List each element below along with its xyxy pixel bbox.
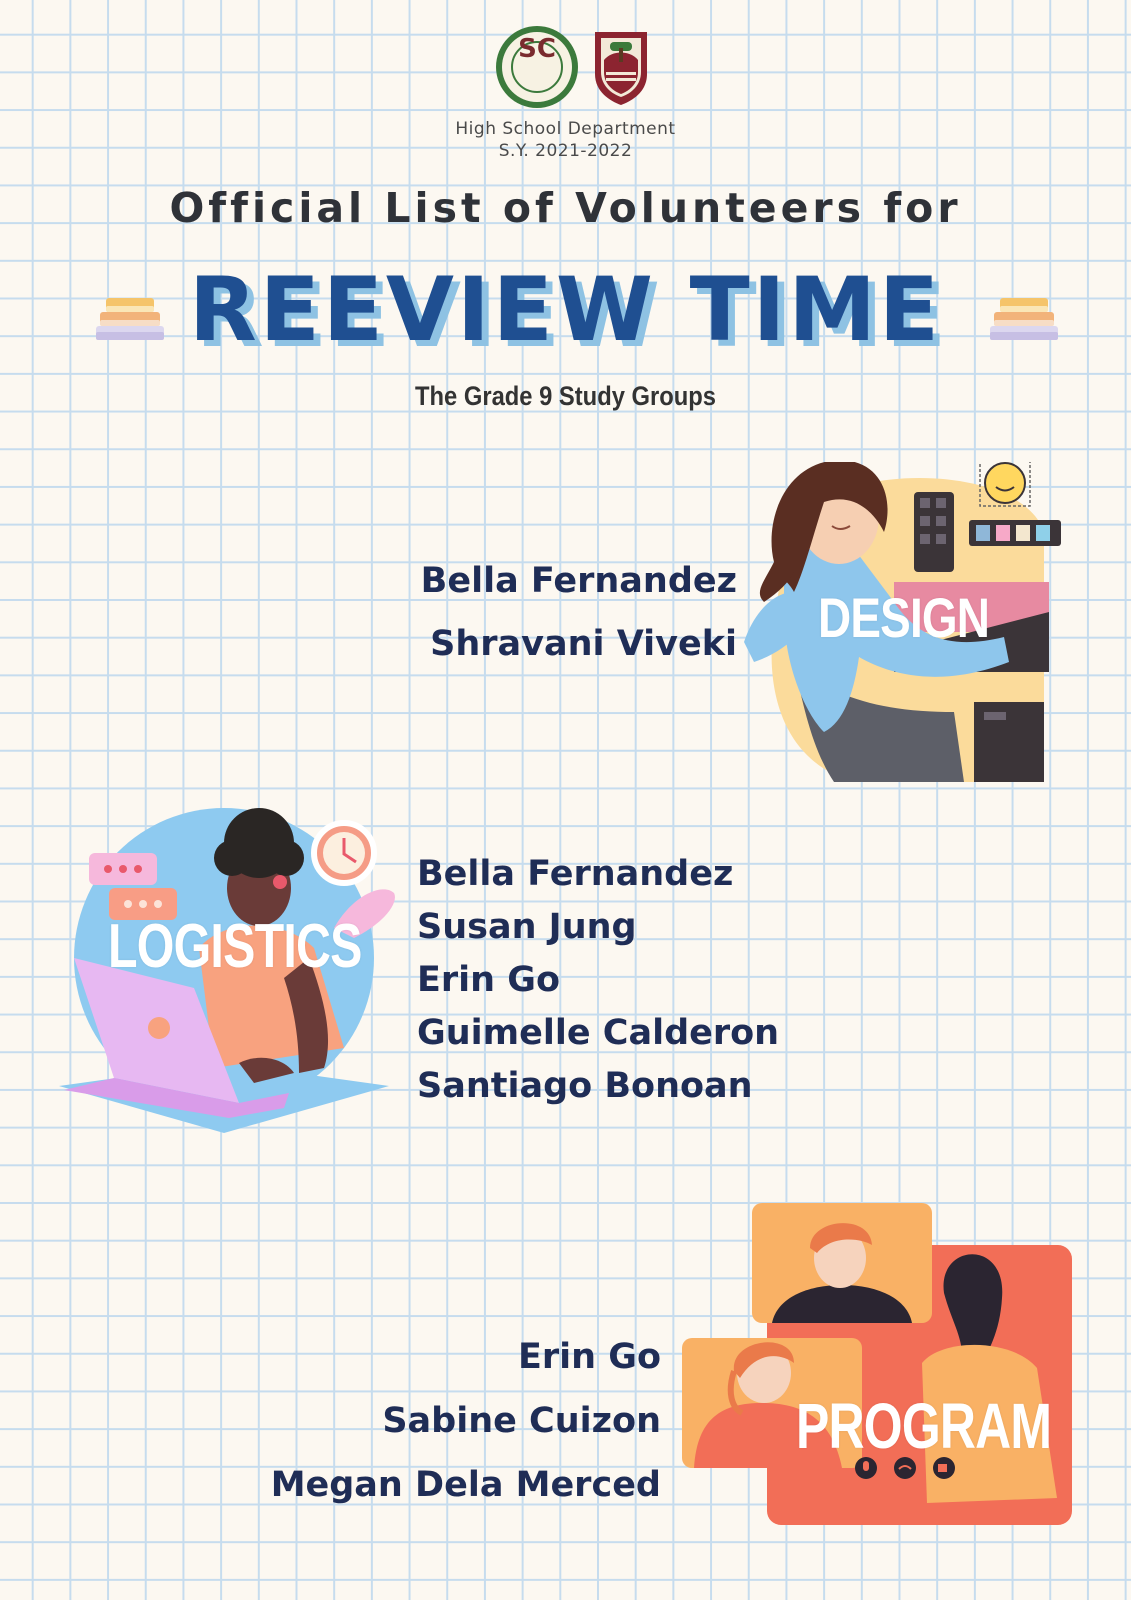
member-name: Erin Go: [517, 1337, 661, 1377]
tagline: The Grade 9 Study Groups: [414, 381, 717, 411]
member-name: Santiago Bonoan: [417, 1066, 753, 1106]
member-name: Sabine Cuizon: [382, 1401, 661, 1441]
team-label-logistics: LOGISTICS: [108, 912, 362, 981]
program-illustration: [682, 1203, 1072, 1525]
member-name: Bella Fernandez: [417, 854, 734, 894]
title-prefix: Official List of Volunteers for: [169, 184, 962, 232]
member-name: Susan Jung: [417, 907, 637, 947]
design-members-list: Bella Fernandez Shravani Viveki: [421, 550, 737, 676]
department-name: High School Department: [455, 119, 676, 139]
school-year: S.Y. 2021-2022: [498, 141, 633, 161]
program-members-list: Erin Go Sabine Cuizon Megan Dela Merced: [271, 1325, 661, 1517]
logistics-members-list: Bella Fernandez Susan Jung Erin Go Guime…: [417, 848, 779, 1113]
main-title: REEVIEW TIME: [188, 258, 943, 361]
team-label-program: PROGRAM: [796, 1390, 1052, 1462]
student-council-seal-logo: SC: [496, 26, 578, 108]
header-logos: SC: [0, 24, 1131, 114]
seal-monogram: SC: [518, 34, 556, 64]
member-name: Erin Go: [417, 960, 561, 1000]
member-name: Guimelle Calderon: [417, 1013, 780, 1053]
member-name: Megan Dela Merced: [270, 1465, 661, 1505]
school-shield-logo: [595, 32, 647, 105]
member-name: Bella Fernandez: [420, 561, 737, 601]
department-block: High School Department S.Y. 2021-2022: [0, 118, 1131, 162]
logistics-illustration: [59, 808, 395, 1133]
member-name: Shravani Viveki: [430, 624, 737, 664]
team-label-design: DESIGN: [818, 586, 990, 649]
